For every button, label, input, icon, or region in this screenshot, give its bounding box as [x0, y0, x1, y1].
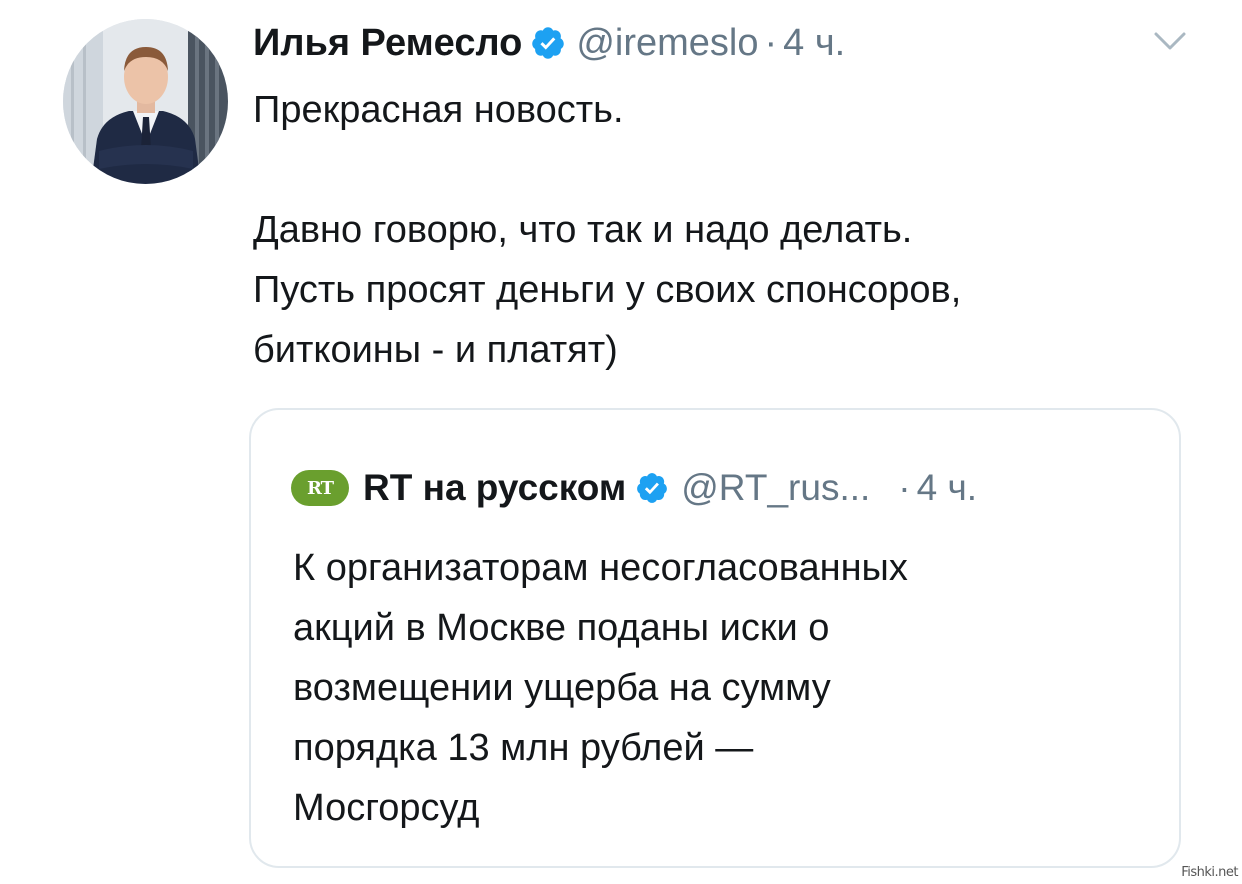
rt-logo[interactable]: RT [291, 470, 349, 506]
tweet-text-line: Прекрасная новость. [253, 89, 624, 131]
quoted-author-handle[interactable]: @RT_rus... [681, 467, 870, 509]
watermark: Fishki.net [1181, 865, 1238, 880]
quoted-tweet-header: RT RT на русском @RT_rus... · 4 ч. [291, 464, 977, 512]
quoted-author-name[interactable]: RT на русском [363, 467, 626, 509]
tweet-header: Илья Ремесло @iremeslo · 4 ч. [253, 18, 845, 68]
quoted-tweet-time[interactable]: 4 ч. [917, 467, 977, 509]
quoted-text-line: возмещении ущерба на сумму [293, 667, 831, 709]
chevron-down-icon[interactable] [1150, 26, 1190, 56]
separator-dot: · [764, 21, 778, 64]
tweet-text-line: Пусть просят деньги у своих спонсоров, [253, 269, 962, 311]
quoted-tweet-card[interactable]: RT RT на русском @RT_rus... · 4 ч. К орг… [249, 408, 1181, 868]
quoted-tweet-text: К организаторам несогласованных акций в … [293, 538, 1153, 838]
quoted-text-line: К организаторам несогласованных [293, 547, 908, 589]
verified-badge-icon [530, 25, 566, 61]
tweet-text-line: биткоины - и платят) [253, 329, 618, 371]
quoted-text-line: Мосгорсуд [293, 787, 480, 829]
avatar[interactable] [63, 19, 228, 184]
tweet-text: Прекрасная новость. Давно говорю, что та… [253, 80, 1213, 380]
tweet: Илья Ремесло @iremeslo · 4 ч. Прекрасная… [0, 0, 1242, 884]
author-handle[interactable]: @iremeslo [576, 22, 758, 65]
verified-badge-icon [635, 471, 669, 505]
tweet-text-line: Давно говорю, что так и надо делать. [253, 209, 913, 251]
quoted-text-line: акций в Москве поданы иски о [293, 607, 830, 649]
tweet-time[interactable]: 4 ч. [783, 22, 845, 65]
quoted-text-line: порядка 13 млн рублей — [293, 727, 754, 769]
profile-photo [63, 19, 228, 184]
separator-dot: · [898, 467, 911, 508]
author-name[interactable]: Илья Ремесло [253, 22, 522, 65]
